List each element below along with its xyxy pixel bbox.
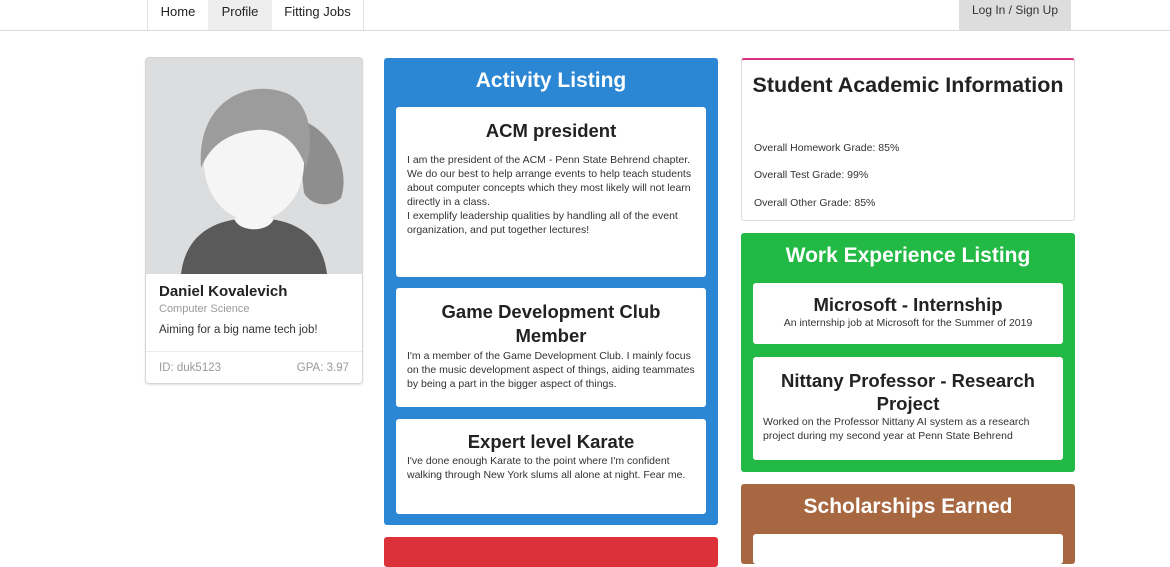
login-signup-button[interactable]: Log In / Sign Up — [959, 0, 1071, 30]
activity-card-title: Expert level Karate — [467, 431, 635, 452]
activity-listing-title: Activity Listing — [475, 69, 627, 92]
work-card: Microsoft - Internship An internship job… — [753, 283, 1063, 344]
nav-tab-fitting-jobs[interactable]: Fitting Jobs — [272, 0, 364, 30]
work-card-text: Worked on the Professor Nittany AI syste… — [763, 416, 1030, 442]
activity-card-text: I've done enough Karate to the point whe… — [407, 455, 686, 481]
nav-tab-profile[interactable]: Profile — [208, 0, 272, 30]
bottom-red-panel — [384, 537, 718, 567]
activity-card-text: I'm a member of the Game Development Clu… — [407, 350, 695, 390]
activity-card-title: Game Development Club Member — [441, 301, 661, 346]
profile-name: Daniel Kovalevich — [159, 283, 288, 300]
scholarships-panel: Scholarships Earned — [741, 484, 1075, 564]
work-experience-title: Work Experience Listing — [785, 244, 1031, 267]
nav-tab-home[interactable]: Home — [147, 0, 208, 30]
activity-card-text-line: We do our best to help arrange events to… — [407, 168, 692, 208]
activity-card-text-line: I exemplify leadership qualities by hand… — [407, 210, 678, 236]
academic-info-title: Student Academic Information — [752, 73, 1064, 97]
activity-card: Expert level Karate I've done enough Kar… — [396, 419, 706, 514]
profile-id: ID: duk5123 — [159, 362, 222, 374]
profile-major: Computer Science — [159, 303, 250, 315]
other-grade: Overall Other Grade: 85% — [754, 197, 876, 209]
profile-card: Daniel Kovalevich Computer Science Aimin… — [145, 57, 363, 384]
scholarships-title: Scholarships Earned — [803, 495, 1013, 518]
homework-grade: Overall Homework Grade: 85% — [754, 142, 900, 154]
activity-card-title: ACM president — [485, 120, 617, 141]
activity-card: ACM president I am the president of the … — [396, 107, 706, 277]
work-experience-panel: Work Experience Listing Microsoft - Inte… — [741, 233, 1075, 472]
activity-card: Game Development Club Member I'm a membe… — [396, 288, 706, 407]
top-navbar: Home Profile Fitting Jobs Log In / Sign … — [0, 0, 1170, 31]
work-card-title: Microsoft - Internship — [813, 294, 1003, 315]
work-card-title: Nittany Professor - Research Project — [781, 370, 1035, 414]
work-card-text: An internship job at Microsoft for the S… — [783, 317, 1033, 329]
profile-bio: Aiming for a big name tech job! — [159, 324, 318, 336]
profile-footer: ID: duk5123 GPA: 3.97 — [146, 351, 362, 383]
test-grade: Overall Test Grade: 99% — [754, 169, 869, 181]
activity-card-text-line: I am the president of the ACM - Penn Sta… — [407, 154, 691, 166]
activity-listing-panel: Activity Listing ACM president I am the … — [384, 58, 718, 525]
work-card: Nittany Professor - Research Project Wor… — [753, 357, 1063, 460]
profile-gpa: GPA: 3.97 — [296, 362, 349, 374]
scholarship-card — [753, 534, 1063, 564]
avatar-placeholder-icon — [146, 58, 362, 274]
academic-info-card: Student Academic Information Overall Hom… — [741, 58, 1075, 221]
